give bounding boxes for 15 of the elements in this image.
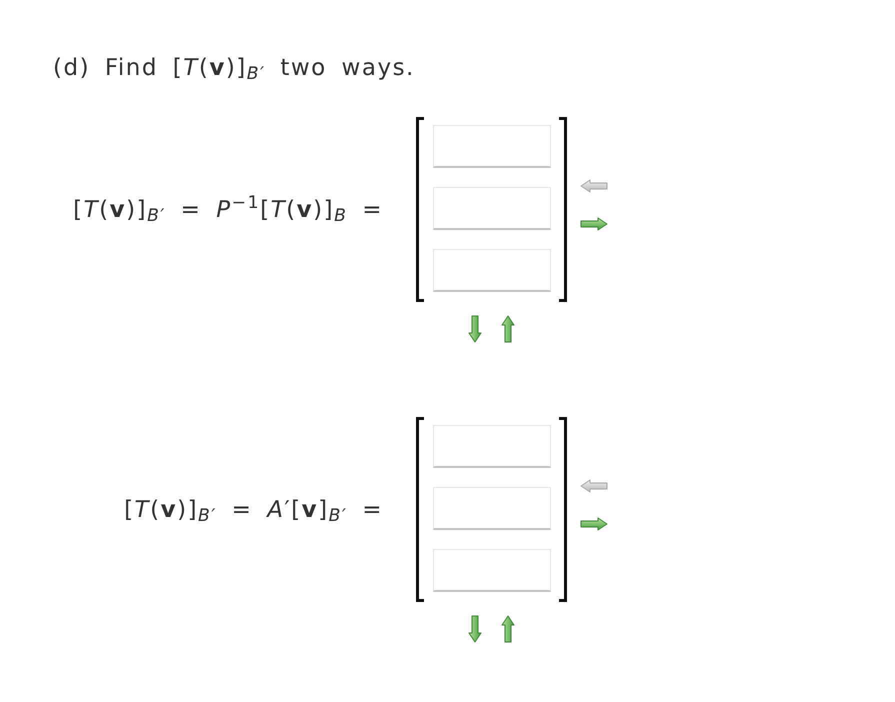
down-arrow-icon[interactable]	[468, 315, 482, 343]
right-arrow-icon[interactable]	[580, 216, 608, 230]
answer-field[interactable]	[433, 487, 551, 530]
equation: [T(v)]$_{B′}$ = P$^{−1}$[T(v)]$_{B}$ =	[73, 194, 383, 226]
answer-field[interactable]	[433, 549, 551, 592]
up-arrow-icon[interactable]	[501, 315, 515, 343]
equation: [T(v)]$_{B′}$ = A′[v]$_{B′}$ =	[124, 496, 383, 526]
answer-field[interactable]	[433, 125, 551, 168]
down-arrow-icon[interactable]	[468, 615, 482, 643]
question-text: (d) Find [T(v)]$_{B′}$ two ways.	[53, 54, 415, 83]
answer-field[interactable]	[433, 249, 551, 292]
right-arrow-icon[interactable]	[580, 516, 608, 530]
answer-field[interactable]	[433, 425, 551, 468]
up-arrow-icon[interactable]	[501, 615, 515, 643]
answer-field[interactable]	[433, 187, 551, 230]
